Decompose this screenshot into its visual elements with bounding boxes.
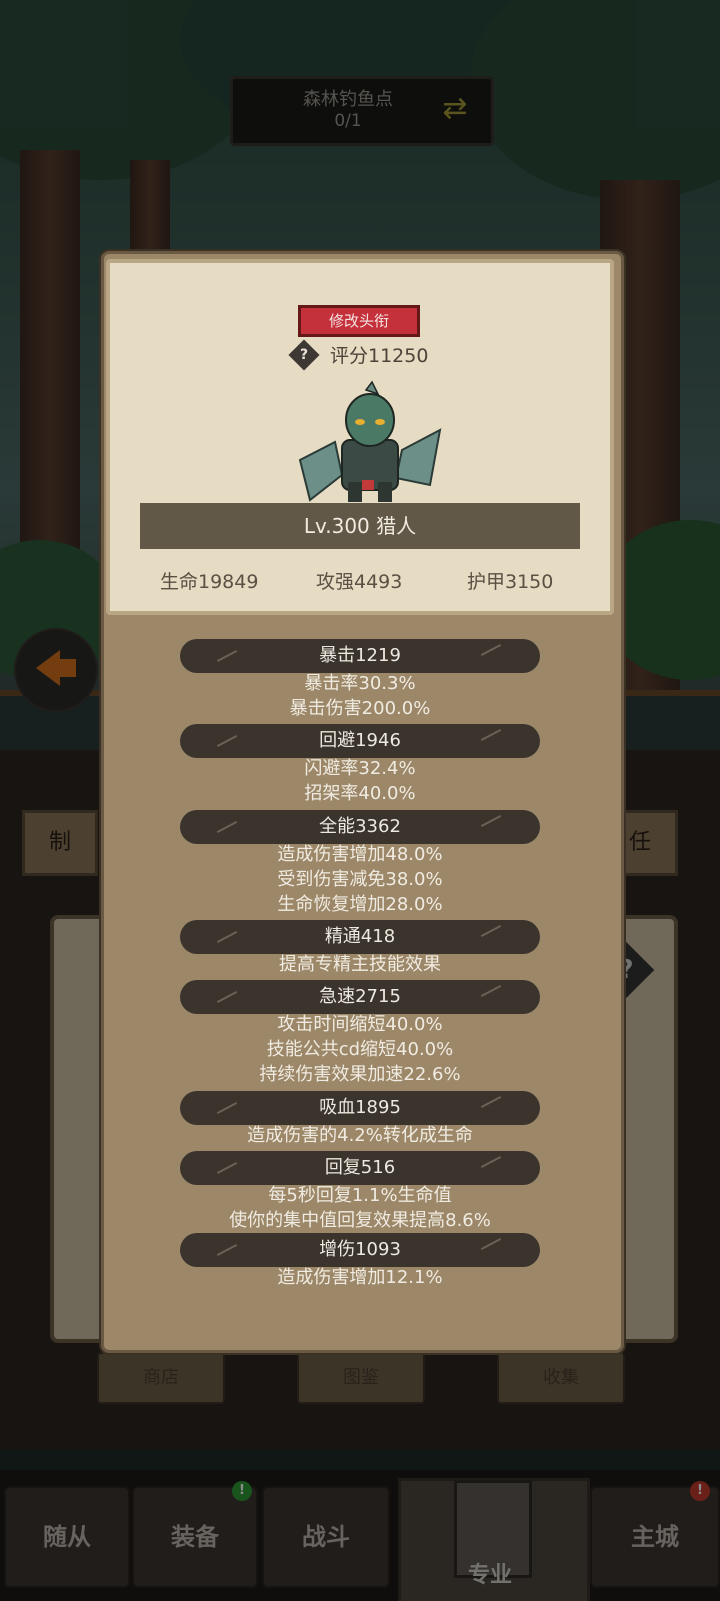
attr-header-haste: 急速2715 — [180, 980, 540, 1014]
attr-header-damage-boost: 增伤1093 — [180, 1233, 540, 1267]
attr-detail: 提高专精主技能效果 — [279, 954, 441, 975]
attr-header-mastery: 精通418 — [180, 920, 540, 954]
attr-detail: 技能公共cd缩短40.0% — [266, 1039, 454, 1060]
stat-armor: 护甲3150 — [467, 571, 554, 593]
attr-detail: 造成伤害增加48.0% — [277, 844, 443, 865]
attr-detail: 使你的集中值回复效果提高8.6% — [229, 1210, 491, 1231]
attr-header-lifesteal: 吸血1895 — [180, 1091, 540, 1125]
attr-detail: 暴击伤害200.0% — [289, 698, 431, 719]
attr-header-dodge: 回避1946 — [180, 724, 540, 758]
attr-detail: 生命恢复增加28.0% — [277, 894, 443, 915]
help-icon[interactable]: ? — [293, 344, 315, 366]
attr-detail: 造成伤害增加12.1% — [277, 1267, 443, 1288]
score-text: 评分11250 — [330, 345, 429, 367]
attr-detail: 闪避率32.4% — [304, 758, 416, 779]
attr-detail: 持续伤害效果加速22.6% — [259, 1064, 461, 1085]
hunter-character-sprite — [298, 380, 442, 502]
attr-detail: 每5秒回复1.1%生命值 — [268, 1185, 452, 1206]
attr-detail: 攻击时间缩短40.0% — [277, 1014, 443, 1035]
attr-detail: 受到伤害减免38.0% — [277, 869, 443, 890]
attr-detail: 招架率40.0% — [304, 783, 416, 804]
attr-header-versatility: 全能3362 — [180, 810, 540, 844]
attr-header-crit: 暴击1219 — [180, 639, 540, 673]
attr-detail: 暴击率30.3% — [304, 673, 416, 694]
attr-detail: 造成伤害的4.2%转化成生命 — [247, 1125, 473, 1146]
stat-attack: 攻强4493 — [316, 571, 403, 593]
attr-header-regen: 回复516 — [180, 1151, 540, 1185]
stat-hp: 生命19849 — [160, 571, 259, 593]
change-title-button[interactable]: 修改头衔 — [298, 305, 420, 337]
level-class-banner: Lv.300 猎人 — [140, 503, 580, 549]
